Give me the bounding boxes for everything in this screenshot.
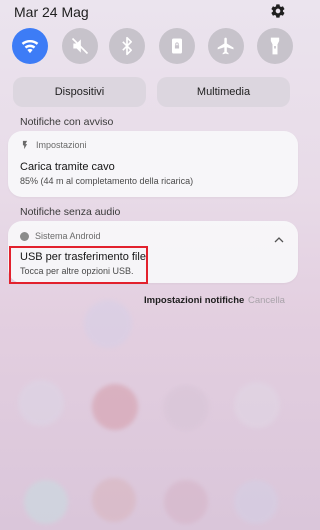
rotation-lock-toggle[interactable] <box>159 28 195 64</box>
airplane-mode-toggle[interactable] <box>208 28 244 64</box>
settings-gear-icon[interactable] <box>270 3 286 19</box>
android-system-icon <box>20 231 29 241</box>
mute-icon <box>71 37 89 55</box>
section-label-alerting: Notifiche con avviso <box>20 116 114 128</box>
wifi-icon <box>21 39 39 54</box>
airplane-icon <box>217 37 234 55</box>
media-button[interactable]: Multimedia <box>157 77 290 107</box>
notification-app-name: Sistema Android <box>35 231 101 241</box>
background-app-blur <box>18 380 64 426</box>
bluetooth-icon <box>122 36 132 56</box>
charging-notification-card[interactable]: Impostazioni Carica tramite cavo 85% (44… <box>8 131 298 197</box>
background-app-blur <box>84 300 132 348</box>
notification-settings-button[interactable]: Impostazioni notifiche <box>144 295 244 306</box>
background-app-blur <box>92 384 138 430</box>
rotation-lock-icon <box>172 38 182 54</box>
flashlight-toggle[interactable] <box>257 28 293 64</box>
background-app-blur <box>234 480 278 524</box>
mute-toggle[interactable] <box>62 28 98 64</box>
notification-text: 85% (44 m al completamento della ricaric… <box>20 176 194 186</box>
lightning-icon <box>22 140 28 150</box>
background-app-blur <box>164 480 208 524</box>
notification-title: USB per trasferimento file <box>20 251 146 263</box>
status-date: Mar 24 Mag <box>14 4 89 20</box>
background-app-blur <box>163 385 209 431</box>
background-app-blur <box>92 478 136 522</box>
wifi-toggle[interactable] <box>12 28 48 64</box>
notification-app-name: Impostazioni <box>36 140 87 150</box>
notification-text: Tocca per altre opzioni USB. <box>20 266 134 276</box>
bluetooth-toggle[interactable] <box>109 28 145 64</box>
section-label-silent: Notifiche senza audio <box>20 206 121 218</box>
devices-button[interactable]: Dispositivi <box>13 77 146 107</box>
flashlight-icon <box>270 37 280 55</box>
background-app-blur <box>234 382 280 428</box>
expand-chevron-icon[interactable] <box>274 231 284 249</box>
notification-title: Carica tramite cavo <box>20 161 115 173</box>
background-app-blur <box>24 480 68 524</box>
clear-all-button[interactable]: Cancella <box>248 295 285 306</box>
